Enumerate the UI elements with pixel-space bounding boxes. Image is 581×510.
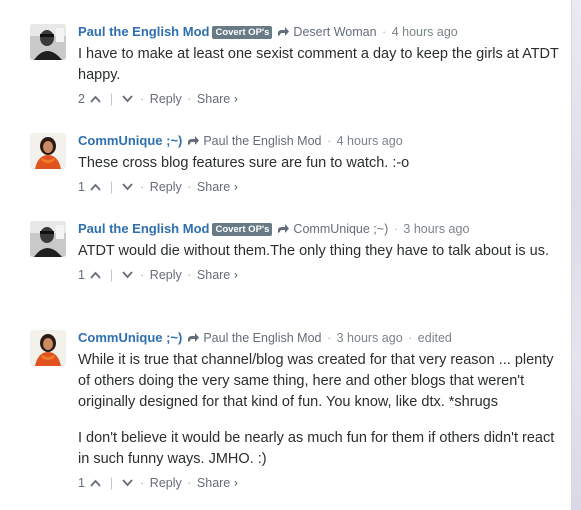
upvote-count: 1 (78, 268, 85, 282)
vote-divider: | (109, 180, 114, 194)
reply-button[interactable]: Reply (150, 268, 182, 282)
upvote-count: 2 (78, 92, 85, 106)
upvote-icon[interactable] (90, 95, 102, 103)
comment-text: ATDT would die without them.The only thi… (78, 241, 560, 262)
meta-separator: · (326, 134, 332, 148)
footer-separator: · (140, 180, 145, 194)
reply-arrow-icon (187, 136, 199, 145)
comment-text: While it is true that channel/blog was c… (78, 350, 560, 470)
upvote-count: 1 (78, 476, 85, 490)
timestamp-link[interactable]: 3 hours ago (403, 222, 469, 236)
comment-paragraph: While it is true that channel/blog was c… (78, 352, 554, 410)
comment-footer: 1 | · Reply · Share › (78, 179, 560, 195)
upvote-icon[interactable] (90, 479, 102, 487)
timestamp-link[interactable]: 3 hours ago (337, 331, 403, 345)
user-badge: Covert OP's (212, 26, 273, 39)
comment-footer: 1 | · Reply · Share › (78, 475, 560, 491)
upvote-icon[interactable] (90, 271, 102, 279)
page-background-strip (571, 0, 581, 510)
downvote-icon[interactable] (121, 183, 133, 191)
share-button[interactable]: Share › (197, 180, 238, 194)
comment-footer: 1 | · Reply · Share › (78, 267, 560, 283)
comment-paragraph: I don't believe it would be nearly as mu… (78, 430, 555, 467)
vote-divider: | (109, 476, 114, 490)
comment-paragraph: ATDT would die without them.The only thi… (78, 243, 549, 259)
meta-separator: · (393, 222, 398, 236)
author-name[interactable]: CommUnique ;~) (78, 133, 182, 148)
author-name[interactable]: Paul the English Mod (78, 221, 209, 236)
in-reply-to-link[interactable]: CommUnique ;~) (293, 222, 388, 236)
reply-arrow-icon (277, 27, 289, 36)
footer-separator: · (187, 476, 192, 490)
reply-button[interactable]: Reply (150, 476, 182, 490)
footer-separator: · (187, 268, 192, 282)
in-reply-to-link[interactable]: Paul the English Mod (203, 134, 321, 148)
in-reply-to-link[interactable]: Desert Woman (293, 25, 376, 39)
comment-header: CommUnique ;~) Paul the English Mod · 4 … (78, 133, 560, 149)
share-button[interactable]: Share › (197, 476, 238, 490)
author-name[interactable]: CommUnique ;~) (78, 330, 182, 345)
reply-button[interactable]: Reply (150, 92, 182, 106)
comment: Paul the English Mod Covert OP's Desert W… (30, 24, 560, 107)
comment-header: Paul the English Mod Covert OP's Desert W… (78, 24, 560, 40)
comment-paragraph: I have to make at least one sexist comme… (78, 46, 559, 83)
reply-button[interactable]: Reply (150, 180, 182, 194)
share-button[interactable]: Share › (197, 268, 238, 282)
downvote-icon[interactable] (121, 95, 133, 103)
reply-arrow-icon (277, 224, 289, 233)
footer-separator: · (187, 92, 192, 106)
comment-text: These cross blog features sure are fun t… (78, 153, 560, 174)
comment-paragraph: These cross blog features sure are fun t… (78, 155, 410, 171)
timestamp-link[interactable]: 4 hours ago (337, 134, 403, 148)
share-button[interactable]: Share › (197, 92, 238, 106)
avatar[interactable] (30, 24, 66, 60)
upvote-icon[interactable] (90, 183, 102, 191)
meta-separator: · (408, 331, 413, 345)
comment: Paul the English Mod Covert OP's CommUniq… (30, 221, 560, 283)
vote-divider: | (109, 268, 114, 282)
avatar[interactable] (30, 330, 66, 366)
footer-separator: · (140, 92, 145, 106)
comment-header: Paul the English Mod Covert OP's CommUniq… (78, 221, 560, 237)
author-name[interactable]: Paul the English Mod (78, 24, 209, 39)
meta-separator: · (382, 25, 387, 39)
comment: CommUnique ;~) Paul the English Mod · 4 … (30, 133, 560, 195)
footer-separator: · (140, 476, 145, 490)
downvote-icon[interactable] (121, 271, 133, 279)
comment-footer: 2 | · Reply · Share › (78, 91, 560, 107)
timestamp-link[interactable]: 4 hours ago (392, 25, 458, 39)
downvote-icon[interactable] (121, 479, 133, 487)
edited-label: edited (417, 331, 452, 345)
avatar[interactable] (30, 221, 66, 257)
user-badge: Covert OP's (212, 223, 273, 236)
avatar[interactable] (30, 133, 66, 169)
comment-text: I have to make at least one sexist comme… (78, 44, 560, 86)
footer-separator: · (140, 268, 145, 282)
upvote-count: 1 (78, 180, 85, 194)
comment: CommUnique ;~) Paul the English Mod · 3 … (30, 330, 560, 491)
vote-divider: | (109, 92, 114, 106)
reply-arrow-icon (187, 333, 199, 342)
in-reply-to-link[interactable]: Paul the English Mod (203, 331, 321, 345)
meta-separator: · (326, 331, 332, 345)
footer-separator: · (187, 180, 192, 194)
comment-header: CommUnique ;~) Paul the English Mod · 3 … (78, 330, 560, 346)
